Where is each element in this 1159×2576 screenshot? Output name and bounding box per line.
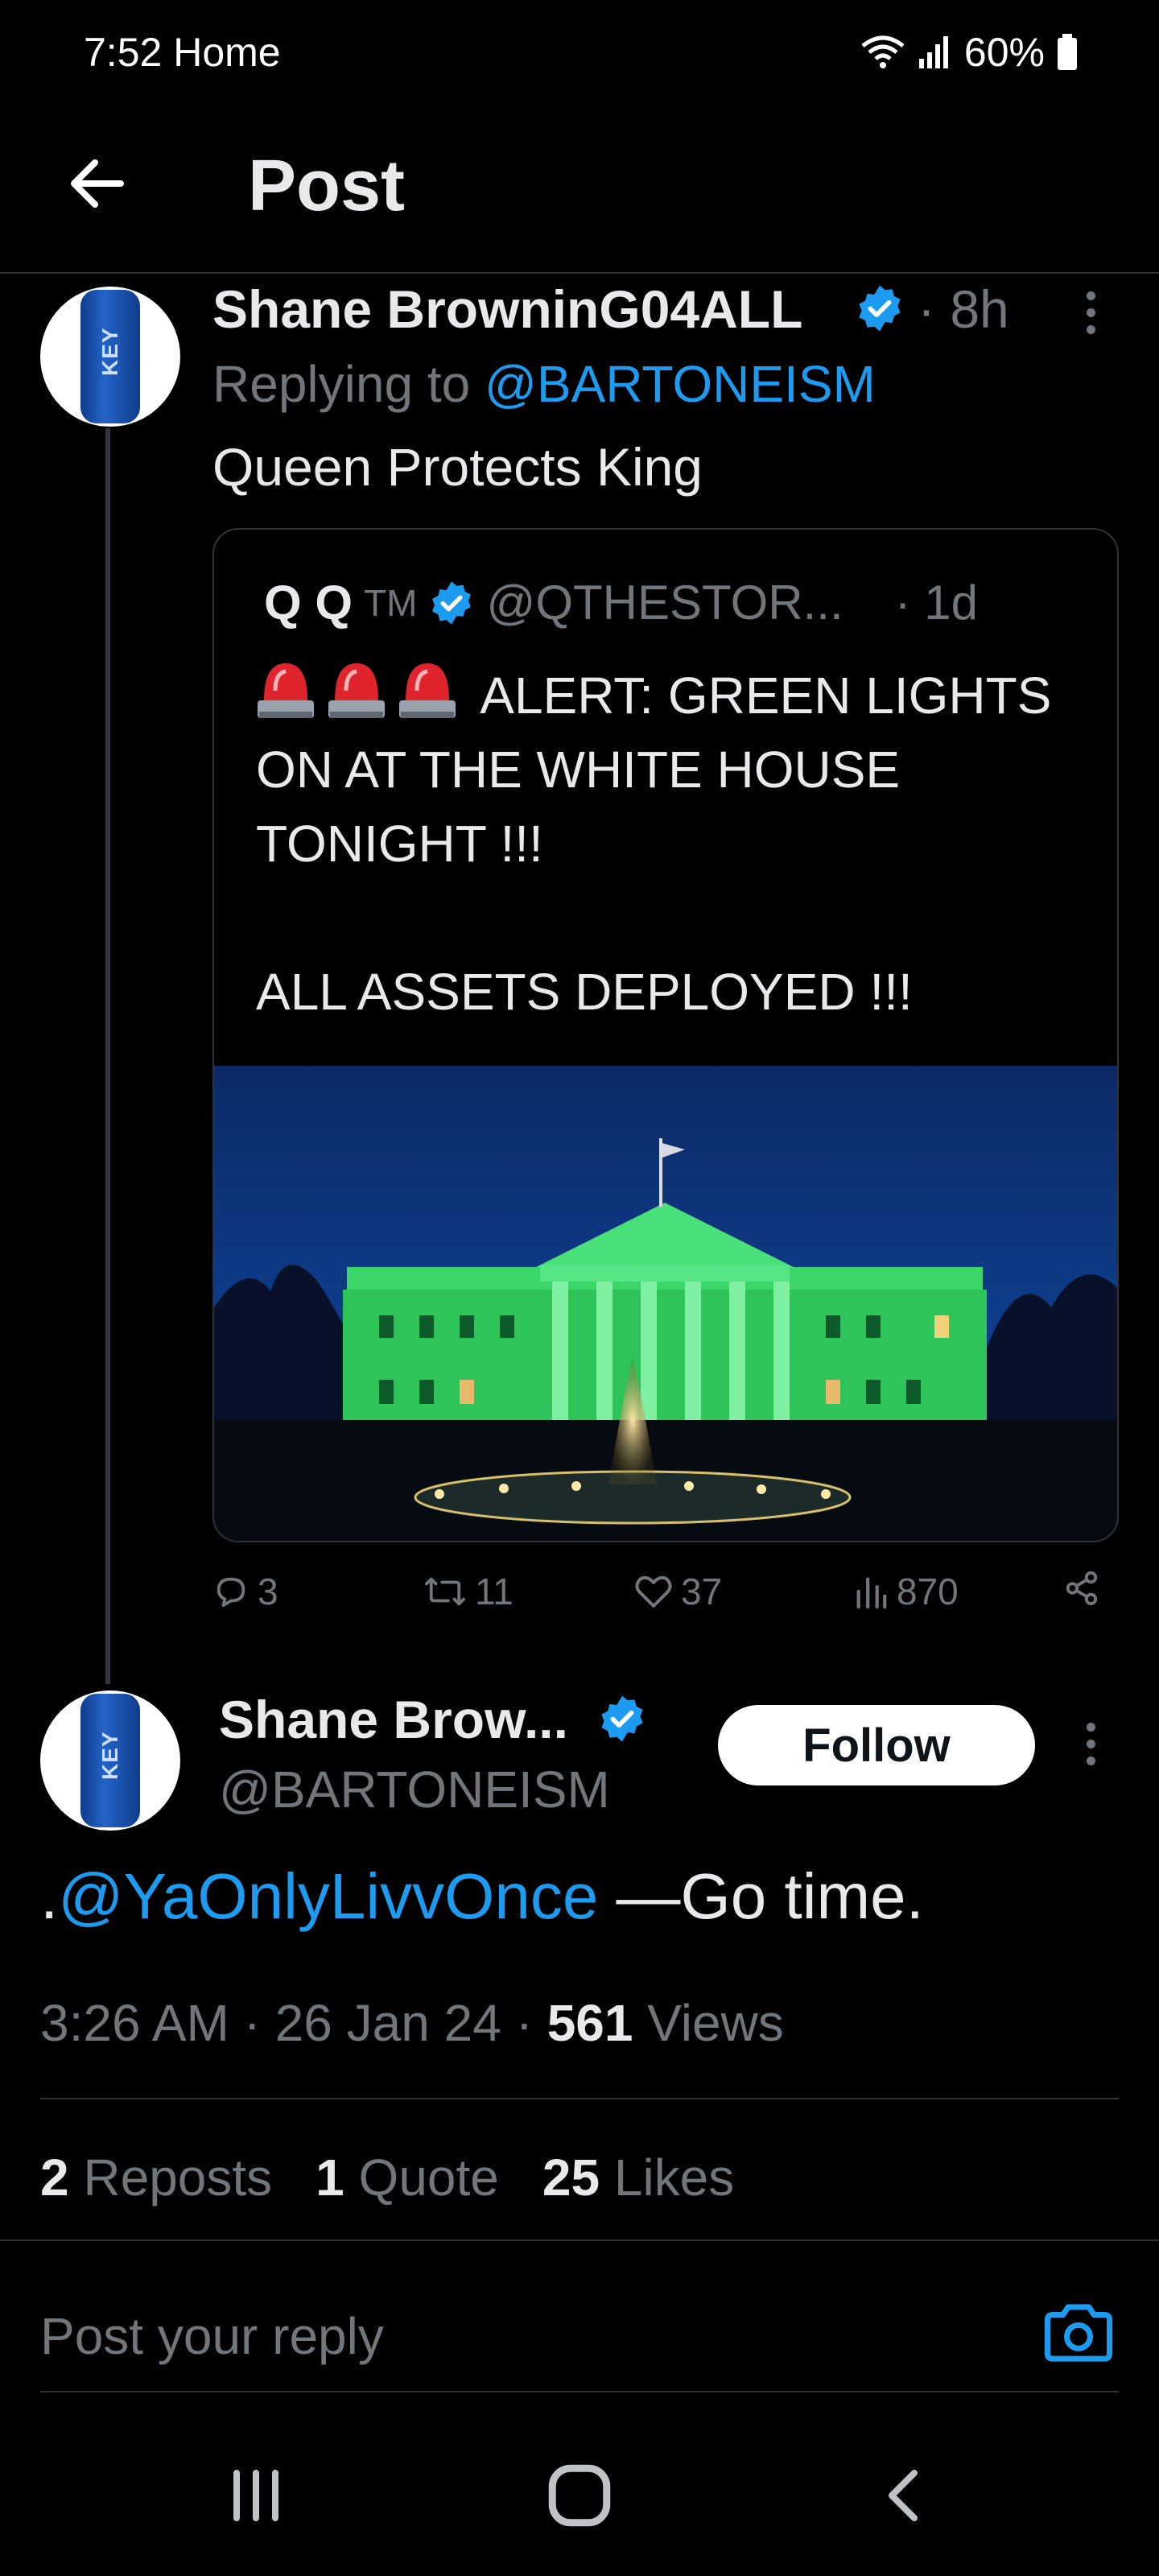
verified-badge-icon bbox=[432, 580, 472, 625]
siren-icon bbox=[328, 663, 385, 718]
views-icon bbox=[856, 1577, 887, 1609]
views-count: 870 bbox=[897, 1571, 959, 1612]
reply-author-name[interactable]: Shane BrowninG04ALL bbox=[212, 279, 802, 340]
quoted-author-tm: TM bbox=[364, 581, 418, 624]
likes-stat[interactable]: 25 Likes bbox=[542, 2148, 734, 2207]
reply-time: · 8h bbox=[918, 279, 1009, 339]
status-indicators: 60% bbox=[860, 29, 1079, 76]
quoted-post-header: Q Q TM @QTHESTOR... · 1d bbox=[264, 575, 978, 630]
page-title: Post bbox=[248, 146, 406, 226]
verified-badge-icon bbox=[859, 285, 901, 332]
repost-icon bbox=[425, 1577, 465, 1606]
quoted-post-card[interactable]: Q Q TM @QTHESTOR... · 1d ALERT: GREEN LI… bbox=[212, 528, 1119, 1542]
post-date: 26 Jan 24 bbox=[274, 1994, 501, 2052]
battery-percent: 60% bbox=[963, 30, 1045, 75]
arrow-left-icon bbox=[71, 159, 124, 208]
top-app-bar: Post bbox=[0, 105, 1159, 274]
can-logo-text: KEY bbox=[97, 1731, 122, 1780]
more-options-icon[interactable] bbox=[1079, 291, 1103, 334]
like-action[interactable]: 37 bbox=[634, 1570, 722, 1613]
divider bbox=[0, 2240, 1159, 2241]
post-actions: 3 11 37 870 bbox=[212, 1570, 1119, 1626]
like-count: 37 bbox=[681, 1571, 723, 1612]
quoted-line-3: TONIGHT !!! bbox=[256, 815, 543, 873]
wifi-icon bbox=[861, 35, 905, 68]
home-icon bbox=[548, 2464, 611, 2527]
replying-to-handle[interactable]: @BARTONEISM bbox=[485, 355, 876, 413]
quoted-line-2: ON AT THE WHITE HOUSE bbox=[256, 741, 901, 799]
avatar[interactable]: KEY bbox=[40, 1690, 180, 1831]
recent-apps-icon bbox=[233, 2470, 278, 2521]
reply-count: 3 bbox=[258, 1571, 278, 1612]
reply-action[interactable]: 3 bbox=[212, 1570, 278, 1613]
main-post-text: .@YaOnlyLivvOnce —Go time. bbox=[40, 1860, 924, 1934]
chevron-left-icon bbox=[889, 2470, 918, 2521]
siren-icon bbox=[399, 663, 456, 718]
reply-icon bbox=[217, 1577, 245, 1608]
views-action[interactable]: 870 bbox=[853, 1570, 959, 1613]
replying-to-label: Replying to bbox=[212, 355, 471, 413]
recent-apps-button[interactable] bbox=[208, 2455, 304, 2536]
divider bbox=[40, 2098, 1119, 2099]
quoted-line-1: ALERT: GREEN LIGHTS bbox=[480, 667, 1052, 724]
share-action[interactable] bbox=[1062, 1570, 1101, 1607]
post-time: 3:26 AM bbox=[40, 1994, 229, 2052]
views-total: 561 bbox=[547, 1994, 633, 2052]
quotes-stat[interactable]: 1 Quote bbox=[316, 2148, 499, 2207]
verified-badge-icon bbox=[601, 1695, 643, 1742]
mention-link[interactable]: @YaOnlyLivvOnce bbox=[58, 1860, 598, 1932]
can-logo-text: KEY bbox=[97, 327, 122, 376]
avatar[interactable]: KEY bbox=[40, 287, 180, 427]
more-options-icon[interactable] bbox=[1079, 1723, 1103, 1765]
repost-action[interactable]: 11 bbox=[423, 1570, 514, 1613]
reply-text: Queen Protects King bbox=[212, 437, 703, 497]
reply-input[interactable] bbox=[40, 2296, 1006, 2376]
quoted-author-handle: @QTHESTOR... bbox=[486, 576, 843, 630]
home-button[interactable] bbox=[531, 2455, 628, 2536]
back-button[interactable] bbox=[56, 143, 137, 224]
white-house-image[interactable] bbox=[214, 1066, 1119, 1542]
main-text-rest: —Go time. bbox=[598, 1860, 924, 1932]
engagement-stats: 2 Reposts 1 Quote 25 Likes bbox=[40, 2148, 734, 2207]
post-timestamp: 3:26 AM · 26 Jan 24 · 561 Views bbox=[40, 1994, 784, 2052]
camera-icon bbox=[1044, 2304, 1113, 2362]
system-nav-bar bbox=[0, 2415, 1159, 2576]
battery-icon bbox=[1058, 34, 1077, 70]
quoted-line-4: ALL ASSETS DEPLOYED !!! bbox=[256, 963, 913, 1021]
divider bbox=[40, 2391, 1119, 2392]
main-author-handle[interactable]: @BARTONEISM bbox=[219, 1760, 610, 1819]
system-back-button[interactable] bbox=[856, 2455, 953, 2536]
thread-line bbox=[105, 428, 110, 1684]
main-author-name[interactable]: Shane Brow... bbox=[219, 1689, 568, 1750]
repost-count: 11 bbox=[475, 1571, 514, 1612]
quoted-time: · 1d bbox=[894, 576, 979, 630]
follow-button[interactable]: Follow bbox=[718, 1705, 1035, 1785]
reposts-stat[interactable]: 2 Reposts bbox=[40, 2148, 272, 2207]
share-icon bbox=[1066, 1571, 1098, 1606]
quoted-author-name: Q Q bbox=[264, 576, 353, 630]
signal-icon bbox=[918, 36, 948, 68]
siren-icon bbox=[258, 663, 314, 718]
quoted-post-text: ALERT: GREEN LIGHTS ON AT THE WHITE HOUS… bbox=[256, 658, 1093, 1029]
status-time: 7:52 Home bbox=[84, 30, 281, 75]
main-text-prefix: . bbox=[40, 1860, 59, 1932]
heart-icon bbox=[635, 1575, 672, 1608]
replying-to: Replying to @BARTONEISM bbox=[212, 354, 876, 414]
views-label: Views bbox=[647, 1994, 784, 2052]
status-bar: 7:52 Home 60% bbox=[0, 0, 1159, 105]
camera-button[interactable] bbox=[1038, 2293, 1119, 2373]
